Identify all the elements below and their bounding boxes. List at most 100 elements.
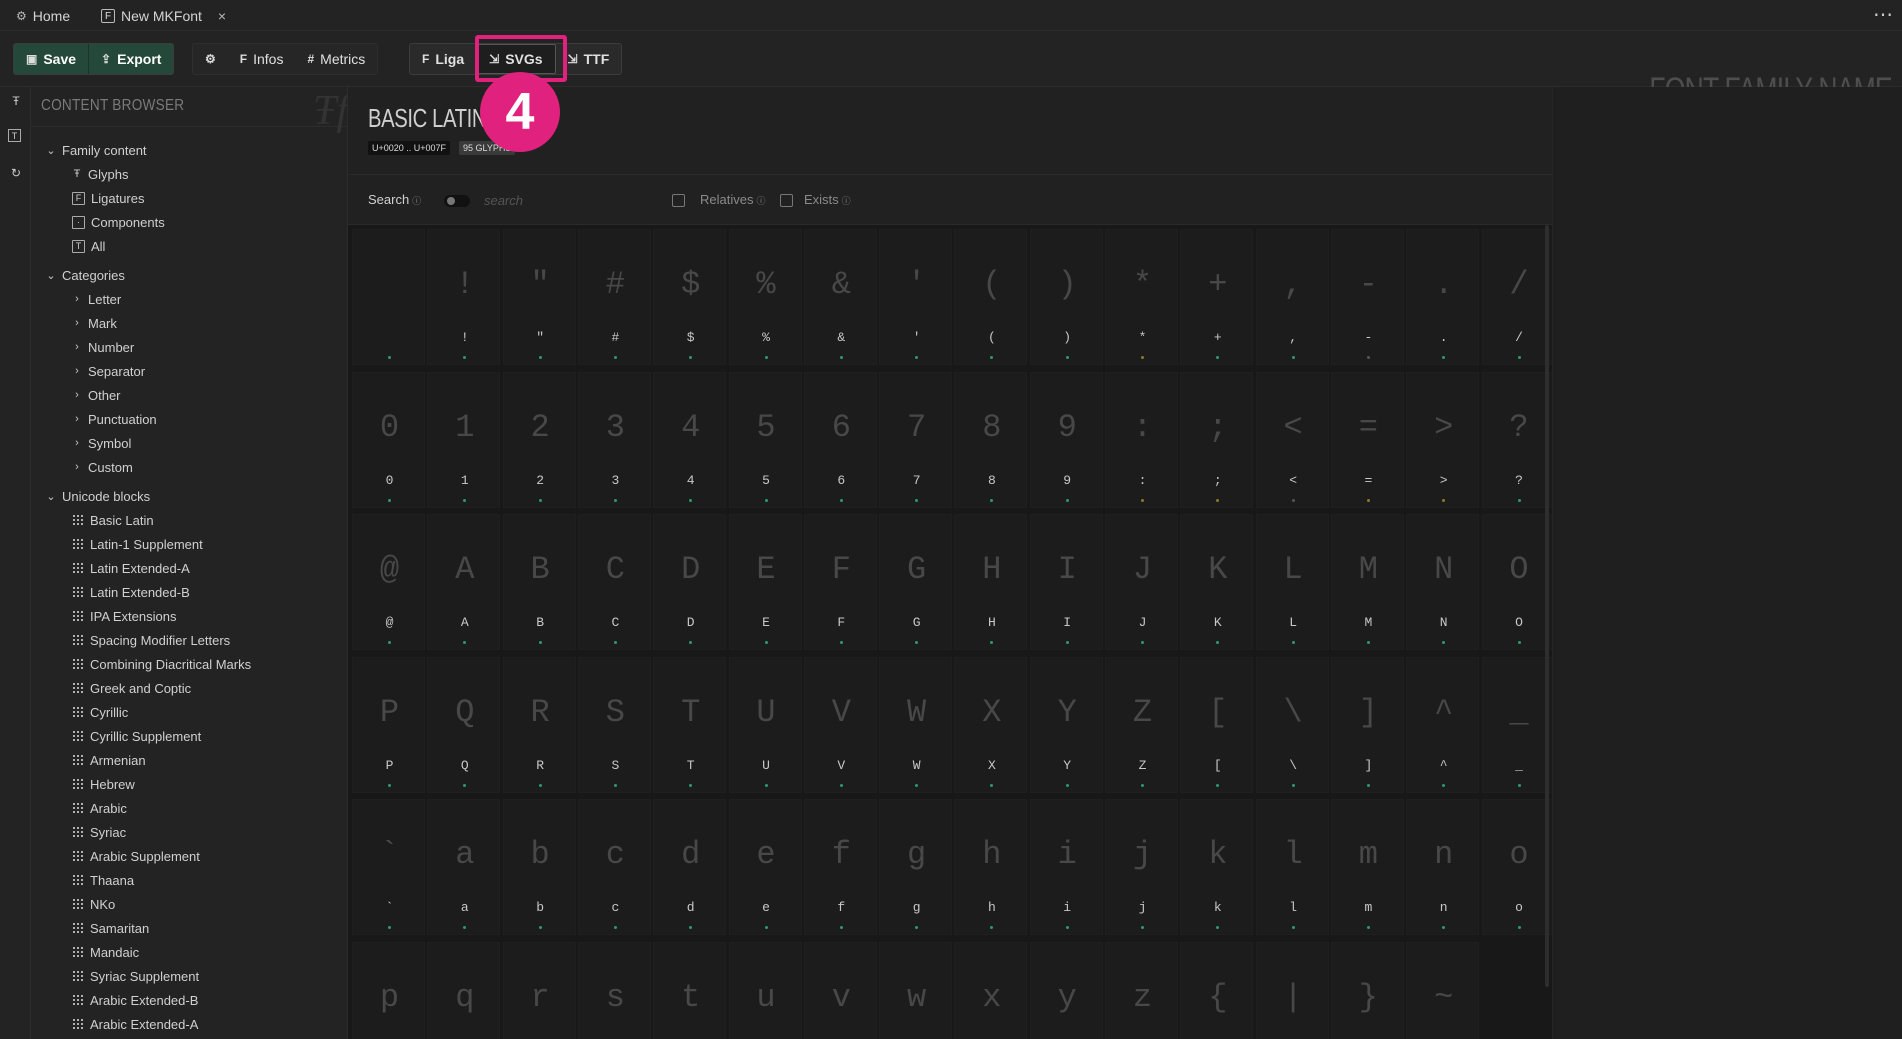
glyph-cell[interactable]: ;; — [1180, 371, 1254, 508]
glyph-cell[interactable]: CC — [577, 514, 651, 650]
tree-item-unicode-block[interactable]: Latin-1 Supplement — [72, 534, 203, 554]
tree-item-custom[interactable]: › Custom — [72, 457, 133, 477]
metrics-button[interactable]: # Metrics — [295, 44, 377, 74]
glyph-cell[interactable]: ee — [728, 799, 802, 935]
glyph-cell[interactable]: pp — [352, 941, 425, 1039]
glyph-cell[interactable]: ww — [879, 941, 953, 1039]
glyph-cell[interactable]: kk — [1180, 799, 1254, 935]
glyph-cell[interactable]: ii — [1029, 799, 1103, 935]
glyph-cell[interactable]: 66 — [803, 371, 877, 508]
glyph-cell[interactable]: > > — [1406, 371, 1480, 508]
glyph-cell[interactable]: 33 — [577, 371, 651, 508]
glyph-cell[interactable]: oo — [1481, 799, 1552, 935]
glyph-cell[interactable]: SS — [577, 656, 651, 793]
glyph-cell[interactable]: ll — [1255, 799, 1329, 935]
glyph-cell[interactable]: II — [1029, 514, 1103, 650]
glyph-cell[interactable]: BB — [502, 514, 576, 650]
glyph-cell[interactable]: EE — [728, 514, 802, 650]
glyph-cell[interactable]: rr — [502, 941, 576, 1039]
glyph-cell[interactable]: * * — [1105, 229, 1178, 365]
glyphs-icon[interactable]: Ŧ — [8, 93, 24, 109]
tree-item-unicode-block[interactable]: Syriac Supplement — [72, 966, 199, 986]
refresh-icon[interactable]: ↻ — [8, 165, 24, 181]
glyph-cell[interactable]: $ $ — [653, 229, 727, 365]
glyph-cell[interactable]: ~~ — [1406, 941, 1480, 1039]
glyph-cell[interactable]: {{ — [1180, 941, 1254, 1039]
tree-item-glyphs[interactable]: Ŧ Glyphs — [72, 164, 129, 184]
tree-family-content[interactable]: ⌄ Family content — [46, 140, 146, 160]
tree-item-components[interactable]: · Components — [72, 212, 165, 232]
tree-item-unicode-block[interactable]: Mandaic — [72, 942, 139, 962]
glyph-cell[interactable]: || — [1255, 941, 1329, 1039]
glyph-cell[interactable]: yy — [1029, 941, 1103, 1039]
glyph-cell[interactable]: gg — [879, 799, 953, 935]
glyph-cell[interactable]: RR — [502, 656, 576, 793]
glyph-cell[interactable]: mm — [1330, 799, 1404, 935]
tree-item-ligatures[interactable]: F Ligatures — [72, 188, 144, 208]
glyph-cell[interactable]: xx — [954, 941, 1028, 1039]
tree-item-other[interactable]: › Other — [72, 385, 120, 405]
glyph-cell[interactable]: QQ — [427, 656, 501, 793]
tree-item-unicode-block[interactable]: Arabic Extended-A — [72, 1014, 198, 1034]
glyph-cell[interactable]: OO — [1481, 514, 1552, 650]
glyph-cell[interactable]: cc — [577, 799, 651, 935]
relatives-checkbox[interactable] — [672, 194, 685, 207]
search-input[interactable] — [484, 187, 654, 213]
exists-checkbox[interactable] — [780, 194, 793, 207]
save-button[interactable]: ▣ Save — [14, 44, 89, 74]
glyph-cell[interactable]: PP — [352, 656, 425, 793]
export-button[interactable]: ⇪ Export — [88, 44, 174, 74]
glyph-cell[interactable]: ]] — [1330, 656, 1404, 793]
glyph-cell[interactable]: 99 — [1029, 371, 1103, 508]
glyph-cell[interactable]: ss — [577, 941, 651, 1039]
tree-categories[interactable]: ⌄ Categories — [46, 265, 124, 285]
tree-item-punctuation[interactable]: › Punctuation — [72, 409, 157, 429]
settings-button[interactable]: ⚙ — [193, 44, 228, 74]
glyph-cell[interactable]: \ \ — [1255, 656, 1329, 793]
tree-item-unicode-block[interactable]: Hebrew — [72, 774, 135, 794]
close-icon[interactable]: × — [218, 8, 226, 24]
glyph-cell[interactable]: ' ' — [879, 229, 953, 365]
glyph-cell[interactable]: LL — [1255, 514, 1329, 650]
glyph-cell[interactable]: KK — [1180, 514, 1254, 650]
glyph-cell[interactable]: ff — [803, 799, 877, 935]
liga-button[interactable]: F Liga — [410, 44, 476, 74]
more-options-icon[interactable]: ⋯ — [1873, 2, 1893, 27]
tree-item-unicode-block[interactable]: Armenian — [72, 750, 146, 770]
glyph-cell[interactable]: ` ` — [352, 799, 425, 935]
glyph-cell[interactable]: hh — [954, 799, 1028, 935]
glyph-cell[interactable]: 44 — [653, 371, 727, 508]
tree-item-unicode-block[interactable]: IPA Extensions — [72, 606, 176, 626]
glyph-cell[interactable]: JJ — [1105, 514, 1178, 650]
glyph-cell[interactable]: GG — [879, 514, 953, 650]
glyph-cell[interactable]: & & — [803, 229, 877, 365]
glyph-cell[interactable]: aa — [427, 799, 501, 935]
glyph-cell[interactable]: @ @ — [352, 514, 425, 650]
tree-item-unicode-block[interactable]: Arabic — [72, 798, 127, 818]
tree-unicode-blocks[interactable]: ⌄ Unicode blocks — [46, 486, 150, 506]
glyph-cell[interactable]: 22 — [502, 371, 576, 508]
tree-item-unicode-block[interactable]: Spacing Modifier Letters — [72, 630, 230, 650]
glyph-cell[interactable]: / / — [1481, 229, 1552, 365]
glyph-cell[interactable]: ^ ^ — [1406, 656, 1480, 793]
tree-item-unicode-block[interactable]: Latin Extended-B — [72, 582, 190, 602]
tree-item-unicode-block[interactable]: Thaana — [72, 870, 134, 890]
glyph-cell[interactable]: %% — [728, 229, 802, 365]
glyph-cell[interactable]: .. — [1406, 229, 1480, 365]
glyph-cell[interactable]: 77 — [879, 371, 953, 508]
glyph-cell[interactable]: uu — [728, 941, 802, 1039]
glyph-cell[interactable]: XX — [954, 656, 1028, 793]
glyph-cell[interactable]: UU — [728, 656, 802, 793]
tree-item-mark[interactable]: › Mark — [72, 313, 117, 333]
glyph-cell[interactable]: DD — [653, 514, 727, 650]
text-icon[interactable]: T — [8, 129, 21, 142]
glyph-cell[interactable]: nn — [1406, 799, 1480, 935]
glyph-cell[interactable]: 11 — [427, 371, 501, 508]
tree-item-all[interactable]: T All — [72, 236, 105, 256]
glyph-cell[interactable]: YY — [1029, 656, 1103, 793]
glyph-cell[interactable]: MM — [1330, 514, 1404, 650]
glyph-cell[interactable]: NN — [1406, 514, 1480, 650]
glyph-cell[interactable]: AA — [427, 514, 501, 650]
glyph-cell[interactable]: ZZ — [1105, 656, 1178, 793]
tree-item-unicode-block[interactable]: Combining Diacritical Marks — [72, 654, 251, 674]
